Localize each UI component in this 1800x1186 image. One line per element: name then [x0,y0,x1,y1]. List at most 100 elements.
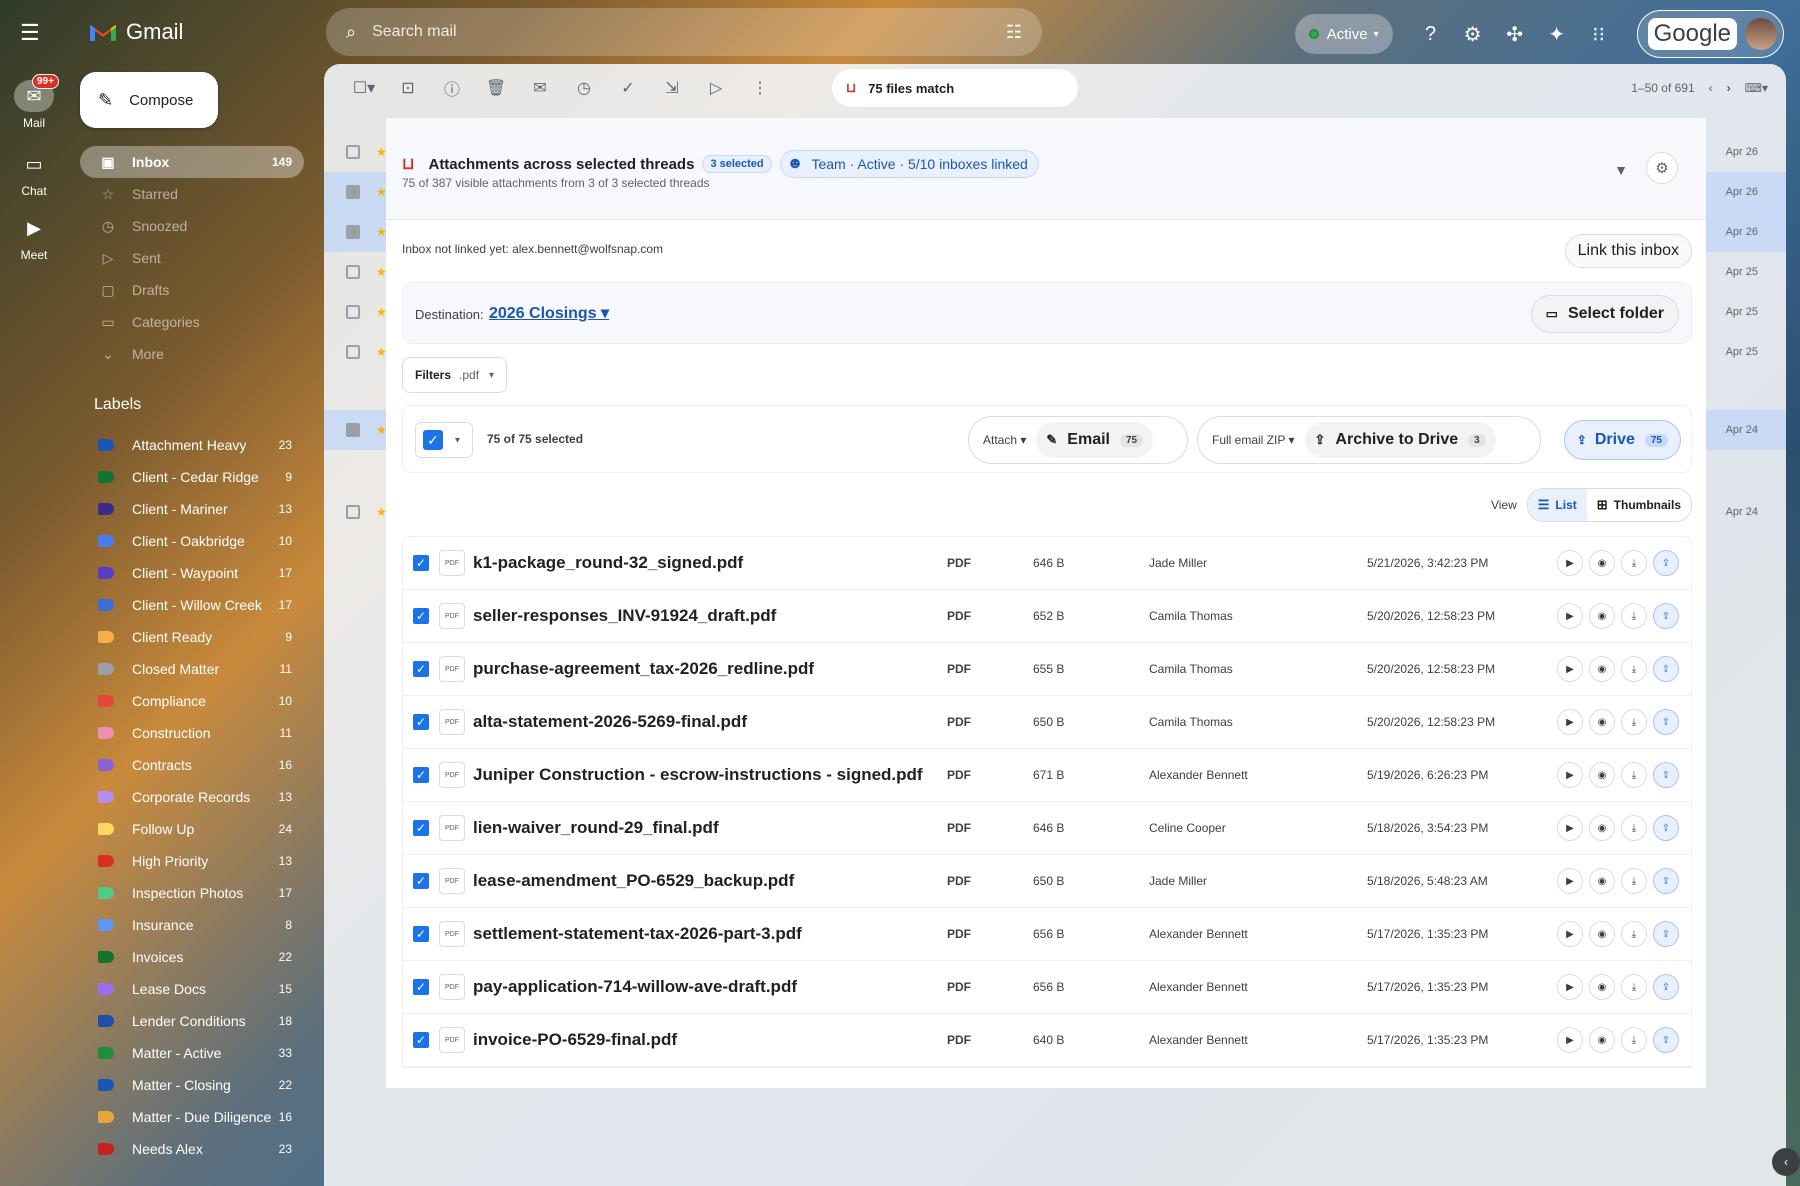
search-bar[interactable]: ⌕ Search mail ☷ [326,8,1042,56]
file-row[interactable]: ✓ PDF purchase-agreement_tax-2026_redline.… [403,643,1691,696]
save-to-drive-icon[interactable]: ⇪ [1653,868,1679,894]
account-switcher[interactable]: Google [1636,10,1784,58]
team-pill[interactable]: ☻ Team · Active · 5/10 inboxes linked [779,150,1039,178]
view-list-button[interactable]: ☰ List [1527,489,1587,521]
file-row[interactable]: ✓ PDF pay-application-714-willow-ave-draft… [403,961,1691,1014]
save-to-drive-icon[interactable]: ⇪ [1653,762,1679,788]
nav-item-more[interactable]: ⌄ More [80,338,304,370]
label-item[interactable]: Client - Cedar Ridge 9 [80,461,304,493]
file-name[interactable]: purchase-agreement_tax-2026_redline.pdf [473,659,814,679]
label-item[interactable]: Matter - Active 33 [80,1037,304,1069]
expand-icon[interactable]: ▶ [1557,550,1583,576]
label-icon[interactable]: ▷ [694,68,738,108]
preview-eye-icon[interactable]: ◉ [1589,550,1615,576]
apps-grid-icon[interactable]: ⁝⁝ [1579,14,1619,54]
select-all-checkbox-icon[interactable]: ☐▾ [342,68,386,108]
file-name[interactable]: settlement-statement-tax-2026-part-3.pdf [473,924,802,944]
preview-eye-icon[interactable]: ◉ [1589,868,1615,894]
row-checkbox[interactable] [346,305,360,319]
file-checkbox[interactable]: ✓ [413,767,429,783]
download-icon[interactable]: ⤓ [1621,868,1647,894]
label-item[interactable]: Client - Waypoint 17 [80,557,304,589]
file-row[interactable]: ✓ PDF alta-statement-2026-5269-final.pdf PD… [403,696,1691,749]
file-name[interactable]: lien-waiver_round-29_final.pdf [473,818,719,838]
report-spam-icon[interactable]: ⓘ [430,68,474,108]
file-checkbox[interactable]: ✓ [413,1032,429,1048]
download-icon[interactable]: ⤓ [1621,921,1647,947]
file-name[interactable]: k1-package_round-32_signed.pdf [473,553,743,573]
row-checkbox[interactable] [346,505,360,519]
label-item[interactable]: Matter - Due Diligence 16 [80,1101,304,1133]
download-icon[interactable]: ⤓ [1621,1027,1647,1053]
download-icon[interactable]: ⤓ [1621,762,1647,788]
preview-eye-icon[interactable]: ◉ [1589,603,1615,629]
nav-item-drafts[interactable]: ▢ Drafts [80,274,304,306]
label-item[interactable]: Corporate Records 13 [80,781,304,813]
label-item[interactable]: Client Ready 9 [80,621,304,653]
download-icon[interactable]: ⤓ [1621,974,1647,1000]
nav-item-inbox[interactable]: ▣ Inbox 149 [80,146,304,178]
save-to-drive-icon[interactable]: ⇪ [1653,709,1679,735]
extension-icon[interactable]: ✣ [1495,14,1535,54]
gmail-logo[interactable]: Gmail [88,16,183,48]
file-checkbox[interactable]: ✓ [413,873,429,889]
expand-icon[interactable]: ▶ [1557,974,1583,1000]
more-vert-icon[interactable]: ⋮ [738,68,782,108]
save-to-drive-icon[interactable]: ⇪ [1653,1027,1679,1053]
select-folder-button[interactable]: ▭ Select folder [1530,295,1679,333]
nav-item-sent[interactable]: ▷ Sent [80,242,304,274]
expand-icon[interactable]: ▶ [1557,815,1583,841]
save-to-drive-icon[interactable]: ⇪ [1653,921,1679,947]
preview-eye-icon[interactable]: ◉ [1589,709,1615,735]
nav-item-categories[interactable]: ▭ Categories [80,306,304,338]
file-row[interactable]: ✓ PDF k1-package_round-32_signed.pdf PDF 646… [403,537,1691,590]
label-item[interactable]: Lender Conditions 18 [80,1005,304,1037]
label-item[interactable]: High Priority 13 [80,845,304,877]
file-row[interactable]: ✓ PDF lease-amendment_PO-6529_backup.pdf PD… [403,855,1691,908]
mark-unread-icon[interactable]: ✉ [518,68,562,108]
label-item[interactable]: Closed Matter 11 [80,653,304,685]
label-item[interactable]: Client - Mariner 13 [80,493,304,525]
expand-icon[interactable]: ▶ [1557,868,1583,894]
zip-dropdown[interactable]: Full email ZIP ▾ [1212,433,1295,447]
preview-eye-icon[interactable]: ◉ [1589,656,1615,682]
expand-icon[interactable]: ▶ [1557,921,1583,947]
row-checkbox[interactable] [346,265,360,279]
file-row[interactable]: ✓ PDF Juniper Construction - escrow-instru… [403,749,1691,802]
save-to-drive-icon[interactable]: ⇪ [1653,974,1679,1000]
label-item[interactable]: Client - Oakbridge 10 [80,525,304,557]
label-item[interactable]: Inspection Photos 17 [80,877,304,909]
label-item[interactable]: Lease Docs 15 [80,973,304,1005]
download-icon[interactable]: ⤓ [1621,656,1647,682]
file-checkbox[interactable]: ✓ [413,714,429,730]
file-name[interactable]: Juniper Construction - escrow-instructio… [473,765,923,785]
file-name[interactable]: seller-responses_INV-91924_draft.pdf [473,606,776,626]
move-to-icon[interactable]: ⇲ [650,68,694,108]
side-panel-toggle-icon[interactable]: ‹ [1772,1148,1800,1176]
file-row[interactable]: ✓ PDF invoice-PO-6529-final.pdf PDF 640 B Ale… [403,1014,1691,1067]
archive-to-drive-button[interactable]: ⇪ Archive to Drive 3 [1304,422,1496,458]
search-input[interactable]: Search mail [372,23,456,41]
label-item[interactable]: Follow Up 24 [80,813,304,845]
compose-button[interactable]: ✎ Compose [80,72,218,128]
file-checkbox[interactable]: ✓ [413,555,429,571]
label-item[interactable]: Client - Willow Creek 17 [80,589,304,621]
expand-icon[interactable]: ▶ [1557,656,1583,682]
preview-eye-icon[interactable]: ◉ [1589,815,1615,841]
save-to-drive-icon[interactable]: ⇪ [1653,656,1679,682]
next-page-icon[interactable]: › [1727,81,1731,95]
gear-icon[interactable]: ⚙ [1453,14,1493,54]
label-item[interactable]: Contracts 16 [80,749,304,781]
label-item[interactable]: Needs Alex 23 [80,1133,304,1165]
preview-eye-icon[interactable]: ◉ [1589,974,1615,1000]
main-menu-icon[interactable]: ☰ [20,20,48,45]
preview-eye-icon[interactable]: ◉ [1589,921,1615,947]
expand-icon[interactable]: ▶ [1557,762,1583,788]
rail-chat[interactable]: ▭ Chat [0,148,68,198]
gemini-icon[interactable]: ✦ [1537,14,1577,54]
file-checkbox[interactable]: ✓ [413,661,429,677]
file-checkbox[interactable]: ✓ [413,820,429,836]
expand-icon[interactable]: ▶ [1557,1027,1583,1053]
rail-meet[interactable]: ▶ Meet [0,212,68,262]
link-inbox-button[interactable]: Link this inbox [1564,234,1692,268]
